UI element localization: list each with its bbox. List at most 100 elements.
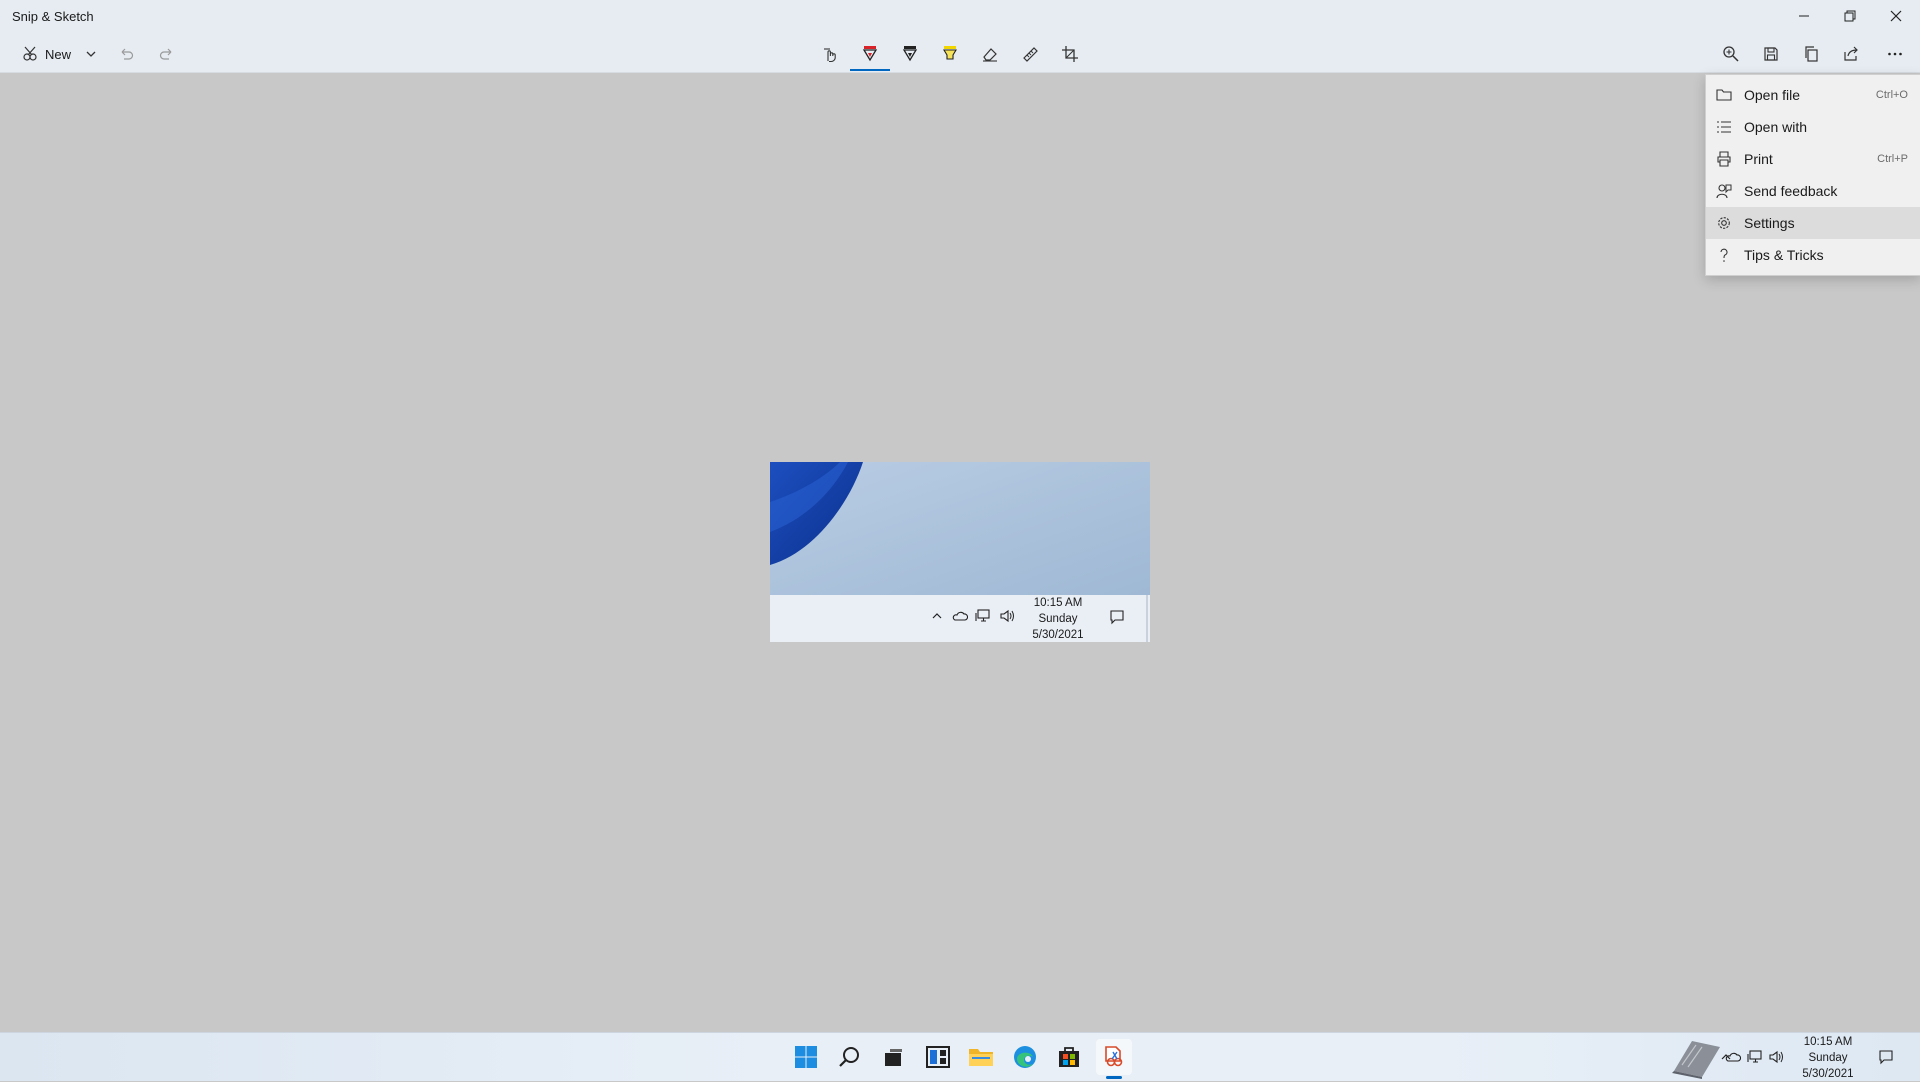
menu-item-open-file[interactable]: Open file Ctrl+O <box>1706 79 1920 111</box>
feedback-icon <box>1716 184 1732 199</box>
onedrive-icon[interactable] <box>1725 1051 1741 1063</box>
more-options-menu: Open file Ctrl+O Open with Print Ctrl+P … <box>1705 74 1920 276</box>
crop-button[interactable] <box>1055 38 1085 70</box>
task-view-icon <box>885 1049 902 1066</box>
undo-button[interactable] <box>112 38 140 70</box>
volume-icon[interactable] <box>1768 1050 1784 1064</box>
volume-icon <box>1000 609 1014 623</box>
menu-item-label: Settings <box>1744 215 1795 231</box>
taskbar-clock[interactable]: 10:15 AM Sunday 5/30/2021 <box>1796 1034 1860 1082</box>
edge-icon <box>1014 1046 1036 1068</box>
restore-button[interactable] <box>1827 0 1873 32</box>
save-button[interactable] <box>1755 38 1787 70</box>
snip-sketch-taskbar-button[interactable] <box>1096 1039 1132 1075</box>
crop-icon <box>1062 46 1078 62</box>
menu-item-label: Open with <box>1744 119 1808 135</box>
restore-icon <box>1844 10 1856 22</box>
store-icon <box>1059 1047 1079 1067</box>
minimize-icon <box>1799 15 1809 17</box>
more-options-button[interactable] <box>1879 38 1911 70</box>
folder-icon <box>1716 89 1732 101</box>
menu-item-settings[interactable]: Settings <box>1706 207 1920 239</box>
ballpoint-pen-icon <box>862 46 878 62</box>
ruler-button[interactable] <box>1015 38 1045 70</box>
widgets-icon <box>926 1046 950 1068</box>
list-icon <box>1717 121 1731 133</box>
snip-clock-day: Sunday <box>1038 613 1078 625</box>
highlighter-button[interactable] <box>935 38 965 70</box>
store-button[interactable] <box>1051 1039 1087 1075</box>
undo-icon <box>121 48 134 60</box>
desktop-wallpaper <box>770 462 1150 595</box>
app-title: Snip & Sketch <box>12 9 94 24</box>
start-button[interactable] <box>788 1039 824 1075</box>
taskbar-clock-day: Sunday <box>1808 1052 1848 1064</box>
save-icon <box>1764 47 1778 61</box>
minimize-button[interactable] <box>1781 0 1827 32</box>
more-icon <box>1888 52 1902 56</box>
network-icon[interactable] <box>1747 1050 1763 1064</box>
search-icon <box>839 1047 859 1067</box>
pencil-icon <box>902 46 918 62</box>
copy-icon <box>1805 46 1818 62</box>
title-bar: Snip & Sketch <box>0 0 1920 36</box>
notification-icon[interactable] <box>1878 1049 1894 1065</box>
touch-writing-button[interactable] <box>815 38 845 70</box>
search-button[interactable] <box>832 1039 868 1075</box>
menu-item-shortcut: Ctrl+P <box>1877 153 1908 165</box>
menu-item-label: Send feedback <box>1744 183 1838 199</box>
new-snip-button[interactable]: New <box>10 38 82 70</box>
chevron-up-icon <box>932 613 942 619</box>
menu-item-send-feedback[interactable]: Send feedback <box>1706 175 1920 207</box>
active-app-indicator <box>1106 1076 1122 1079</box>
menu-item-label: Print <box>1744 151 1773 167</box>
book-icon <box>1672 1041 1720 1079</box>
new-dropdown-button[interactable] <box>80 38 102 70</box>
printer-icon <box>1717 151 1731 167</box>
share-button[interactable] <box>1835 38 1867 70</box>
pencil-button[interactable] <box>895 38 925 70</box>
redo-icon <box>159 48 172 60</box>
show-desktop-divider <box>1146 595 1148 642</box>
question-icon <box>1720 248 1728 262</box>
snip-sketch-icon <box>1105 1046 1123 1067</box>
toolbar: New <box>0 36 1920 73</box>
network-icon <box>975 609 990 622</box>
snip-clock: 10:15 AM Sunday 5/30/2021 <box>1028 595 1088 642</box>
redo-button[interactable] <box>153 38 181 70</box>
close-button[interactable] <box>1873 0 1919 32</box>
edge-button[interactable] <box>1007 1039 1043 1075</box>
eraser-button[interactable] <box>975 38 1005 70</box>
ballpoint-pen-button[interactable] <box>855 38 885 70</box>
taskbar-clock-time: 10:15 AM <box>1803 1036 1853 1048</box>
snip-icon <box>23 46 37 61</box>
gear-icon <box>1718 217 1730 229</box>
zoom-in-icon <box>1723 46 1739 62</box>
file-explorer-icon <box>969 1049 993 1066</box>
snip-clock-time: 10:15 AM <box>1033 597 1083 609</box>
menu-item-label: Tips & Tricks <box>1744 247 1824 263</box>
chevron-down-icon <box>86 51 96 57</box>
start-icon <box>795 1046 817 1068</box>
menu-item-open-with[interactable]: Open with <box>1706 111 1920 143</box>
eraser-icon <box>983 48 997 62</box>
file-explorer-button[interactable] <box>963 1039 999 1075</box>
menu-item-print[interactable]: Print Ctrl+P <box>1706 143 1920 175</box>
menu-item-tips-tricks[interactable]: Tips & Tricks <box>1706 239 1920 271</box>
touch-writing-icon <box>824 48 836 63</box>
task-view-button[interactable] <box>875 1039 911 1075</box>
onedrive-icon <box>952 611 968 621</box>
snip-image: 10:15 AM Sunday 5/30/2021 <box>770 462 1150 642</box>
widgets-button[interactable] <box>920 1039 956 1075</box>
ruler-icon <box>1023 47 1038 62</box>
highlighter-icon <box>943 46 957 60</box>
zoom-button[interactable] <box>1715 38 1747 70</box>
menu-item-shortcut: Ctrl+O <box>1875 89 1908 101</box>
snip-clock-date: 5/30/2021 <box>1032 629 1084 641</box>
notification-icon <box>1110 610 1124 625</box>
share-icon <box>1844 46 1858 61</box>
windows-taskbar: 10:15 AM Sunday 5/30/2021 <box>0 1032 1920 1081</box>
new-label: New <box>44 46 71 62</box>
copy-button[interactable] <box>1795 38 1827 70</box>
menu-item-label: Open file <box>1744 87 1801 103</box>
